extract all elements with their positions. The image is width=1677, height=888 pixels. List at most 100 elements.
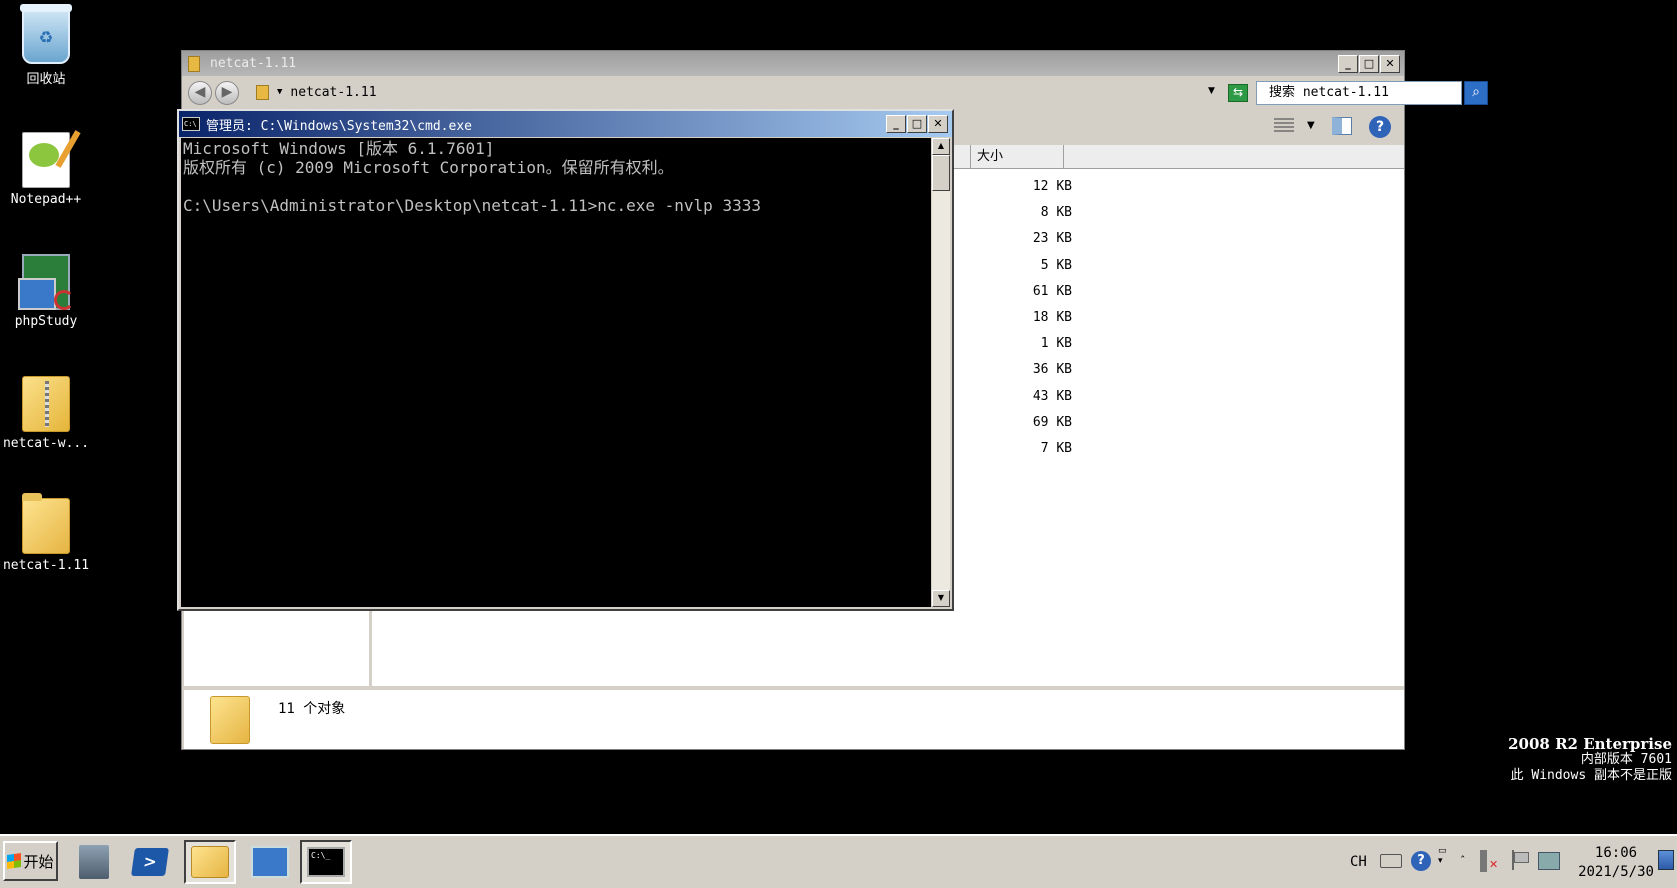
cmd-titlebar[interactable]: C:\ 管理员: C:\Windows\System32\cmd.exe _ □…	[179, 111, 952, 137]
desktop-icon-label: netcat-w...	[2, 436, 90, 451]
folder-icon	[188, 55, 200, 72]
folder-icon	[256, 84, 269, 100]
notepad-plus-plus-icon	[22, 132, 70, 188]
maximize-button[interactable]: □	[907, 115, 927, 133]
minimize-button[interactable]: _	[1338, 54, 1358, 73]
ime-help-icon[interactable]: ?	[1411, 851, 1431, 871]
language-indicator[interactable]: CH	[1350, 854, 1367, 870]
desktop-icon-phpstudy[interactable]: phpStudy	[0, 254, 92, 329]
desktop-icon-netcat-folder[interactable]: netcat-1.11	[0, 493, 92, 573]
scroll-thumb[interactable]	[932, 155, 950, 191]
taskbar-cmd[interactable]: C:\_	[300, 840, 352, 884]
back-button[interactable]: ◀	[188, 81, 212, 105]
control-panel-icon	[251, 846, 289, 878]
file-size-cell[interactable]: 7 KB	[972, 441, 1072, 467]
file-size-cell[interactable]: 18 KB	[972, 310, 1072, 336]
desktop-icon-label: 回收站	[26, 72, 66, 87]
show-hidden-icons-icon[interactable]: ˆ	[1460, 854, 1466, 867]
taskbar-control-panel[interactable]	[244, 840, 296, 884]
explorer-title: netcat-1.11	[210, 56, 297, 71]
breadcrumb-dropdown-icon[interactable]: ▼	[277, 87, 282, 97]
file-size-cell[interactable]: 43 KB	[972, 389, 1072, 415]
close-button[interactable]: ✕	[928, 115, 948, 133]
desktop-icon-netcat-zip[interactable]: netcat-w...	[0, 376, 92, 451]
clock-time: 16:06	[1594, 845, 1638, 861]
forward-arrow-icon: ▶	[221, 84, 233, 100]
folder-icon	[22, 493, 70, 554]
size-column-values: 12 KB 8 KB 23 KB 5 KB 61 KB 18 KB 1 KB 36 KB 43 …	[972, 179, 1072, 467]
start-label: 开始	[23, 852, 54, 871]
details-pane: 11 个对象	[184, 689, 1404, 749]
file-size-cell[interactable]: 23 KB	[972, 231, 1072, 257]
windows-watermark: 2008 R2 Enterprise 内部版本 7601 此 Windows 副…	[1508, 736, 1672, 784]
taskbar-server-manager[interactable]	[68, 840, 120, 884]
scroll-up-button[interactable]: ▲	[932, 138, 950, 155]
cmd-taskbar-icon: C:\_	[307, 847, 345, 877]
desktop-icon-label: Notepad++	[10, 192, 82, 207]
cmd-title: 管理员: C:\Windows\System32\cmd.exe	[206, 118, 472, 134]
clock-date: 2021/5/30	[1578, 864, 1654, 880]
address-history-dropdown-icon[interactable]: ▼	[1208, 86, 1215, 96]
desktop-icon-recycle-bin[interactable]: 回收站	[0, 4, 92, 87]
desktop-icon-notepad-plus-plus[interactable]: Notepad++	[0, 132, 92, 207]
console-line: C:\Users\Administrator\Desktop\netcat-1.…	[183, 196, 761, 215]
console-output[interactable]: Microsoft Windows [版本 6.1.7601] 版权所有 (c) …	[181, 138, 931, 607]
explorer-titlebar[interactable]: netcat-1.11 _ □ ✕	[182, 51, 1404, 76]
file-size-cell[interactable]: 8 KB	[972, 205, 1072, 231]
action-center-flag-icon[interactable]	[1512, 850, 1529, 870]
maximize-button[interactable]: □	[1359, 54, 1379, 73]
watermark-build: 内部版本 7601	[1580, 752, 1672, 767]
desktop-icon-label: netcat-1.11	[2, 558, 90, 573]
taskbar-powershell[interactable]: >	[124, 840, 176, 884]
column-size[interactable]: 大小	[970, 145, 1064, 169]
help-icon[interactable]: ?	[1369, 116, 1391, 138]
view-options-icon[interactable]	[1274, 118, 1294, 134]
preview-pane-icon[interactable]	[1332, 117, 1352, 135]
phpstudy-icon	[18, 254, 74, 310]
file-size-cell[interactable]: 61 KB	[972, 284, 1072, 310]
recycle-bin-icon	[20, 4, 72, 64]
file-size-cell[interactable]: 5 KB	[972, 258, 1072, 284]
scroll-down-button[interactable]: ▼	[932, 590, 950, 607]
file-size-cell[interactable]: 1 KB	[972, 336, 1072, 362]
system-tray: CH ? ▭▾ ˆ 16:06 2021/5/30	[1340, 836, 1677, 888]
explorer-folder-icon	[191, 846, 229, 878]
file-size-cell[interactable]: 12 KB	[972, 179, 1072, 205]
console-line: 版权所有 (c) 2009 Microsoft Corporation。保留所有…	[183, 158, 674, 177]
start-button[interactable]: 开始	[3, 841, 58, 881]
vertical-scrollbar[interactable]: ▲ ▼	[932, 138, 950, 607]
file-size-cell[interactable]: 69 KB	[972, 415, 1072, 441]
volume-muted-icon[interactable]	[1480, 850, 1498, 872]
address-bar: ◀ ▶ ▼ netcat-1.11 ▼ ⇆ 搜索 netcat-1.11 ⌕	[182, 78, 1488, 106]
folder-icon	[210, 696, 250, 744]
address-text: netcat-1.11	[290, 84, 377, 100]
cmd-icon: C:\	[182, 117, 200, 131]
search-button[interactable]: ⌕	[1464, 81, 1488, 105]
item-count: 11 个对象	[278, 701, 346, 717]
taskbar: 开始 > C:\_ CH ? ▭▾ ˆ 16:06 2021/5/30	[0, 834, 1677, 888]
show-desktop-button[interactable]	[1658, 850, 1674, 870]
refresh-icon: ⇆	[1232, 85, 1244, 99]
search-icon: ⌕	[1472, 84, 1480, 100]
taskbar-explorer[interactable]	[184, 840, 236, 884]
watermark-edition: 2008 R2 Enterprise	[1508, 735, 1672, 753]
desktop-icon-label: phpStudy	[14, 314, 78, 329]
view-dropdown-icon[interactable]: ▼	[1307, 120, 1315, 131]
address-input[interactable]: ▼ netcat-1.11	[250, 81, 1130, 103]
file-size-cell[interactable]: 36 KB	[972, 362, 1072, 388]
server-manager-icon	[79, 845, 109, 879]
minimize-button[interactable]: _	[886, 115, 906, 133]
clock[interactable]: 16:06 2021/5/30	[1576, 844, 1656, 882]
file-list-empty-area[interactable]	[372, 606, 1404, 686]
cmd-window: C:\ 管理员: C:\Windows\System32\cmd.exe _ □…	[177, 109, 954, 611]
windows-logo-icon	[7, 853, 22, 869]
navigation-pane[interactable]	[184, 606, 370, 686]
powershell-icon: >	[131, 848, 169, 876]
ime-options-icon[interactable]: ▭ ▾	[1438, 846, 1447, 866]
network-icon[interactable]	[1538, 852, 1560, 870]
refresh-button[interactable]: ⇆	[1228, 84, 1248, 102]
close-button[interactable]: ✕	[1380, 54, 1400, 73]
keyboard-icon[interactable]	[1380, 854, 1402, 868]
search-input[interactable]: 搜索 netcat-1.11	[1256, 81, 1462, 105]
forward-button[interactable]: ▶	[215, 81, 239, 105]
